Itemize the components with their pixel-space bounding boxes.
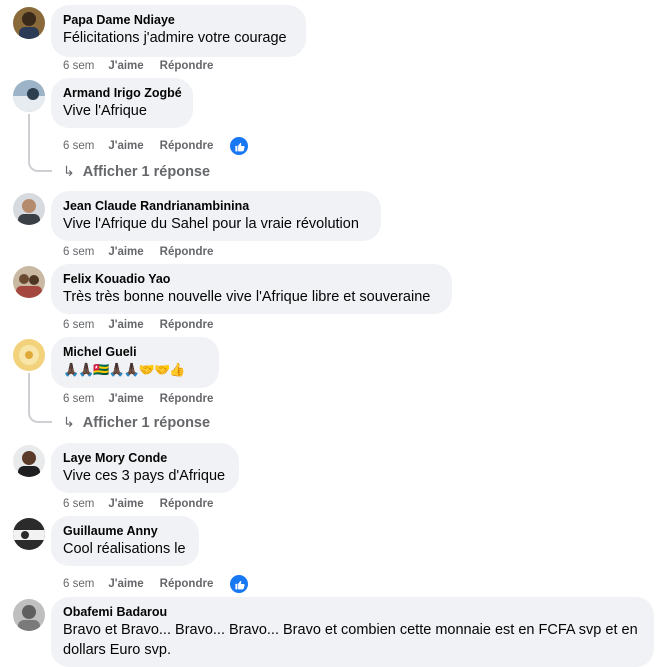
- avatar[interactable]: [13, 7, 45, 39]
- comment-text: Vive ces 3 pays d'Afrique: [63, 468, 226, 484]
- comment-bubble: Guillaume Anny Cool réalisations le: [51, 516, 199, 566]
- comment-text: Vive l'Afrique: [63, 103, 147, 119]
- reply-button[interactable]: Répondre: [160, 245, 214, 259]
- like-button[interactable]: J'aime: [108, 577, 143, 591]
- comment-bubble: Laye Mory Conde Vive ces 3 pays d'Afriqu…: [51, 443, 239, 493]
- commenter-name[interactable]: Guillaume Anny: [63, 523, 187, 539]
- commenter-name[interactable]: Michel Gueli: [63, 344, 207, 360]
- commenter-name[interactable]: Obafemi Badarou: [63, 604, 642, 620]
- reply-button[interactable]: Répondre: [160, 59, 214, 73]
- show-replies-label[interactable]: Afficher 1 réponse: [83, 415, 210, 431]
- reply-button[interactable]: Répondre: [160, 497, 214, 511]
- comment-text: Bravo et Bravo... Bravo... Bravo... Brav…: [63, 622, 638, 658]
- comment-text: Cool réalisations le: [63, 541, 186, 557]
- avatar[interactable]: [13, 599, 45, 631]
- like-button[interactable]: J'aime: [108, 139, 143, 153]
- avatar[interactable]: [13, 80, 45, 112]
- comment-bubble: Felix Kouadio Yao Très très bonne nouvel…: [51, 264, 452, 314]
- avatar[interactable]: [13, 266, 45, 298]
- comment-bubble: Papa Dame Ndiaye Félicitations j'admire …: [51, 5, 306, 57]
- comment-bubble: Jean Claude Randrianambinina Vive l'Afri…: [51, 191, 381, 241]
- comment-actions: 6 sem J'aime Répondre: [63, 574, 250, 594]
- like-button[interactable]: J'aime: [108, 318, 143, 332]
- commenter-name[interactable]: Laye Mory Conde: [63, 450, 227, 466]
- like-button[interactable]: J'aime: [108, 392, 143, 406]
- like-thumb-icon[interactable]: [229, 136, 250, 156]
- comment-actions: 6 sem J'aime Répondre: [63, 136, 250, 156]
- reply-arrow-icon: ↳: [63, 414, 75, 430]
- comment-actions: 6 sem J'aime Répondre: [63, 245, 229, 259]
- avatar[interactable]: [13, 193, 45, 225]
- thread-line: [28, 373, 30, 405]
- reply-button[interactable]: Répondre: [160, 392, 214, 406]
- show-replies-button[interactable]: ↳ Afficher 1 réponse: [63, 414, 210, 431]
- like-button[interactable]: J'aime: [108, 245, 143, 259]
- commenter-name[interactable]: Felix Kouadio Yao: [63, 271, 440, 287]
- timestamp[interactable]: 6 sem: [63, 139, 94, 153]
- commenter-name[interactable]: Papa Dame Ndiaye: [63, 12, 294, 28]
- show-replies-label[interactable]: Afficher 1 réponse: [83, 164, 210, 180]
- comment-actions: 6 sem J'aime Répondre: [63, 59, 229, 73]
- reply-connector: [28, 150, 52, 172]
- timestamp[interactable]: 6 sem: [63, 577, 94, 591]
- like-button[interactable]: J'aime: [108, 497, 143, 511]
- reply-button[interactable]: Répondre: [160, 318, 214, 332]
- comment-text: Félicitations j'admire votre courage: [63, 30, 287, 46]
- timestamp[interactable]: 6 sem: [63, 497, 94, 511]
- reply-button[interactable]: Répondre: [160, 139, 214, 153]
- timestamp[interactable]: 6 sem: [63, 318, 94, 332]
- comment-actions: 6 sem J'aime Répondre: [63, 497, 229, 511]
- reply-connector: [28, 402, 52, 423]
- like-button[interactable]: J'aime: [108, 59, 143, 73]
- comment-text: 🙏🏿🙏🏿🇹🇬🙏🏿🙏🏿🤝🤝👍: [63, 362, 186, 377]
- reply-arrow-icon: ↳: [63, 163, 75, 179]
- commenter-name[interactable]: Jean Claude Randrianambinina: [63, 198, 369, 214]
- timestamp[interactable]: 6 sem: [63, 392, 94, 406]
- commenter-name[interactable]: Armand Irigo Zogbé: [63, 85, 182, 101]
- show-replies-button[interactable]: ↳ Afficher 1 réponse: [63, 163, 210, 180]
- reply-button[interactable]: Répondre: [160, 577, 214, 591]
- like-thumb-icon[interactable]: [229, 574, 250, 594]
- comment-actions: 6 sem J'aime Répondre: [63, 318, 229, 332]
- comment-bubble: Michel Gueli 🙏🏿🙏🏿🇹🇬🙏🏿🙏🏿🤝🤝👍: [51, 337, 219, 388]
- timestamp[interactable]: 6 sem: [63, 245, 94, 259]
- thread-line: [28, 114, 30, 154]
- comment-bubble: Armand Irigo Zogbé Vive l'Afrique: [51, 78, 193, 128]
- avatar[interactable]: [13, 518, 45, 550]
- comment-bubble: Obafemi Badarou Bravo et Bravo... Bravo.…: [51, 597, 654, 667]
- comment-text: Vive l'Afrique du Sahel pour la vraie ré…: [63, 216, 359, 232]
- comment-text: Très très bonne nouvelle vive l'Afrique …: [63, 289, 431, 305]
- avatar[interactable]: [13, 339, 45, 371]
- avatar[interactable]: [13, 445, 45, 477]
- comment-actions: 6 sem J'aime Répondre: [63, 392, 229, 406]
- timestamp[interactable]: 6 sem: [63, 59, 94, 73]
